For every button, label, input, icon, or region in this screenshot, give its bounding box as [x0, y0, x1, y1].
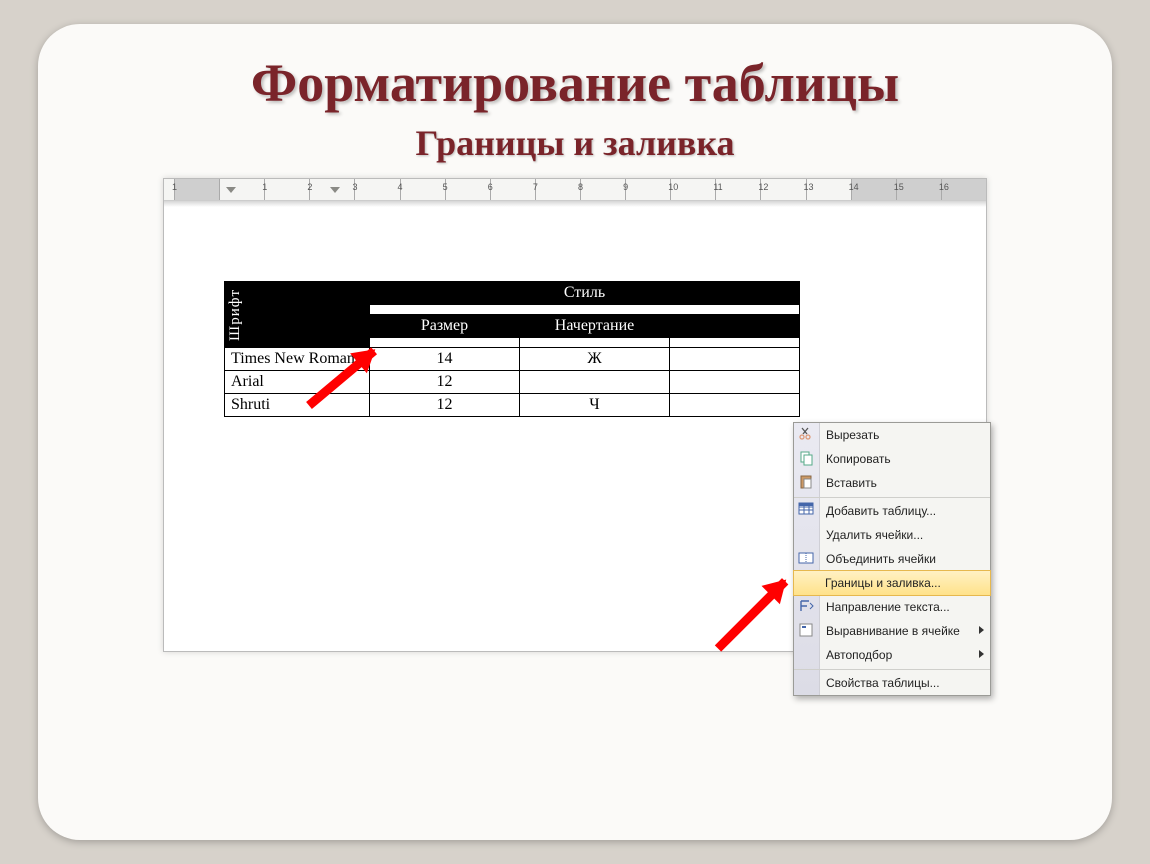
- menu-paste[interactable]: Вставить: [794, 471, 990, 495]
- label: Направление текста...: [826, 600, 950, 614]
- label: Добавить таблицу...: [826, 504, 936, 518]
- ruler-num: 9: [623, 182, 628, 192]
- ruler-num: 3: [352, 182, 357, 192]
- cell-font-name[interactable]: Shruti: [225, 394, 370, 417]
- col-size: Размер: [370, 315, 520, 338]
- ruler-num: 4: [398, 182, 403, 192]
- menu-merge-cells[interactable]: Объединить ячейки: [794, 547, 990, 571]
- menu-table-properties[interactable]: Свойства таблицы...: [794, 669, 990, 695]
- style-header: Стиль: [370, 282, 800, 305]
- ruler-num: 7: [533, 182, 538, 192]
- submenu-arrow-icon: [979, 626, 984, 634]
- ruler-num: 1: [262, 182, 267, 192]
- cut-icon: [798, 426, 814, 442]
- indent-marker-icon[interactable]: [330, 187, 340, 197]
- menu-copy[interactable]: Копировать: [794, 447, 990, 471]
- label: Вырезать: [826, 428, 879, 442]
- font-vertical-header: Шрифт: [225, 283, 246, 347]
- menu-autofit[interactable]: Автоподбор: [794, 643, 990, 667]
- cell-size[interactable]: 14: [370, 348, 520, 371]
- shade: [164, 201, 986, 207]
- cell-size[interactable]: 12: [370, 394, 520, 417]
- ruler-num: 1: [172, 182, 177, 192]
- slide: Форматирование таблицы Границы и заливка…: [38, 24, 1112, 840]
- ruler-num: 16: [939, 182, 949, 192]
- ruler-num: 8: [578, 182, 583, 192]
- label: Копировать: [826, 452, 891, 466]
- paste-icon: [798, 474, 814, 490]
- menu-cut[interactable]: Вырезать: [794, 423, 990, 447]
- label: Свойства таблицы...: [826, 676, 940, 690]
- ruler-num: 14: [849, 182, 859, 192]
- menu-delete-cells[interactable]: Удалить ячейки...: [794, 523, 990, 547]
- ruler-num: 2: [307, 182, 312, 192]
- ruler-num: 5: [443, 182, 448, 192]
- ruler[interactable]: 1 1 2 3 4 5 6 7 8 9 10 11 12 13 14 15 16: [164, 179, 986, 201]
- context-menu[interactable]: Вырезать Копировать Вставить Добавить та…: [793, 422, 991, 696]
- copy-icon: [798, 450, 814, 466]
- label: Объединить ячейки: [826, 552, 936, 566]
- align-icon: [798, 622, 814, 638]
- menu-text-direction[interactable]: Направление текста...: [794, 595, 990, 619]
- table-row[interactable]: Шрифт Стиль: [225, 282, 800, 305]
- menu-borders-shading[interactable]: Границы и заливка...: [793, 570, 991, 596]
- table-icon: [798, 501, 814, 517]
- ruler-num: 11: [713, 182, 722, 192]
- slide-title: Форматирование таблицы: [38, 52, 1112, 114]
- label: Выравнивание в ячейке: [826, 624, 960, 638]
- menu-insert-table[interactable]: Добавить таблицу...: [794, 497, 990, 523]
- ruler-num: 15: [894, 182, 904, 192]
- merge-icon: [798, 550, 814, 566]
- ruler-num: 13: [804, 182, 814, 192]
- col-face: Начертание: [520, 315, 670, 338]
- sample-table[interactable]: Шрифт Стиль Размер Начертание Times New …: [224, 281, 800, 417]
- table-row[interactable]: Times New Roman 14 Ж: [225, 348, 800, 371]
- submenu-arrow-icon: [979, 650, 984, 658]
- ruler-num: 6: [488, 182, 493, 192]
- ruler-num: 10: [668, 182, 678, 192]
- label: Границы и заливка...: [825, 576, 941, 590]
- slide-subtitle: Границы и заливка: [38, 122, 1112, 164]
- label: Автоподбор: [826, 648, 892, 662]
- table-row[interactable]: Arial 12: [225, 371, 800, 394]
- ruler-num: 12: [758, 182, 768, 192]
- label: Удалить ячейки...: [826, 528, 923, 542]
- menu-cell-alignment[interactable]: Выравнивание в ячейке: [794, 619, 990, 643]
- cell-face[interactable]: Ж: [520, 348, 670, 371]
- cell-face[interactable]: Ч: [520, 394, 670, 417]
- cell-size[interactable]: 12: [370, 371, 520, 394]
- cell-face[interactable]: [520, 371, 670, 394]
- label: Вставить: [826, 476, 877, 490]
- indent-marker-icon[interactable]: [226, 187, 236, 197]
- text-direction-icon: [798, 598, 814, 614]
